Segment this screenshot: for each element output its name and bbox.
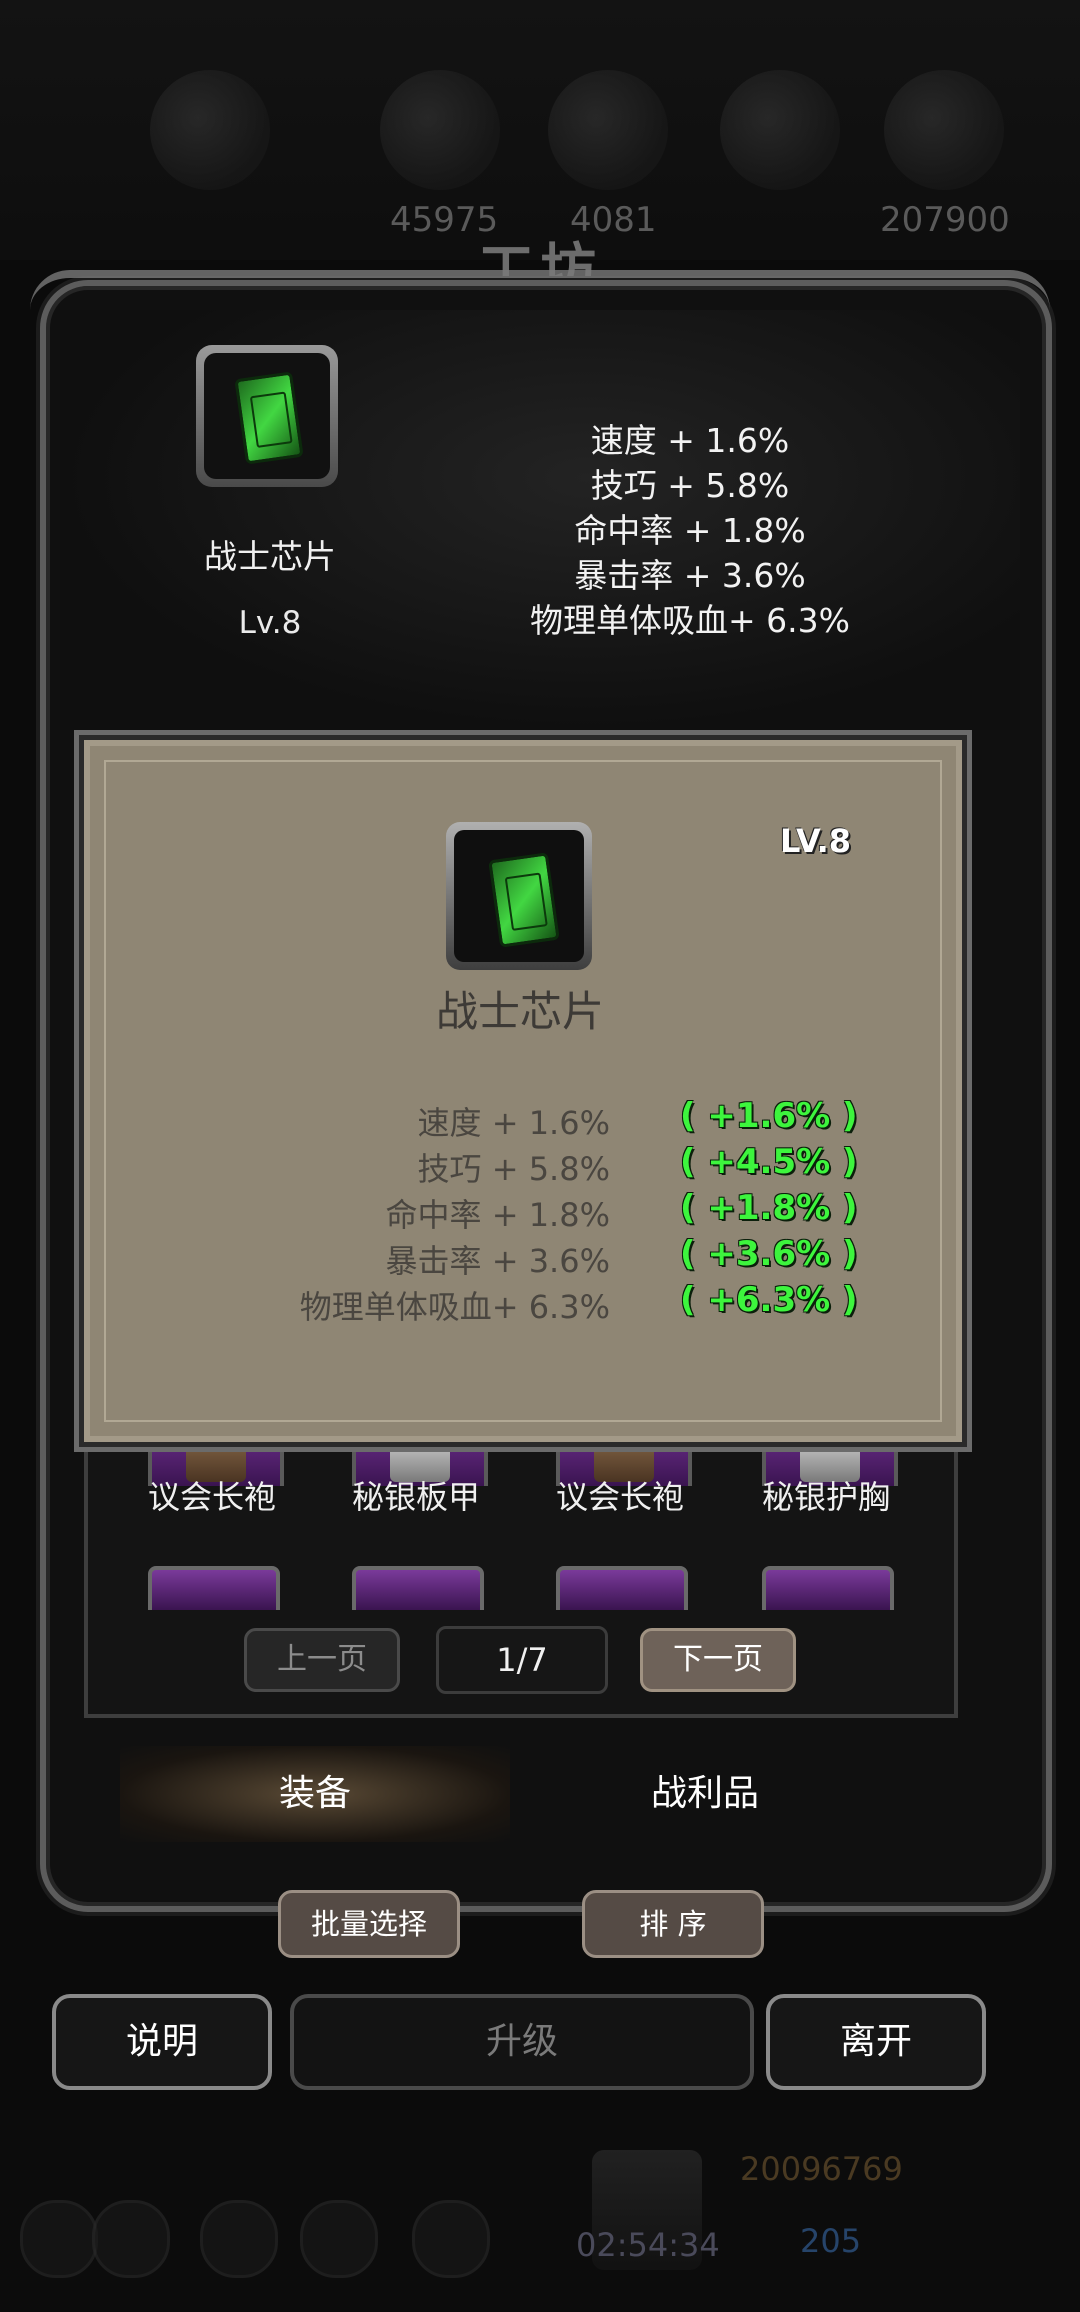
inventory-item-label: 秘银板甲 <box>351 1478 480 1516</box>
tab-loot[interactable]: 战利品 <box>510 1746 900 1842</box>
leave-button[interactable]: 离开 <box>766 1994 986 2090</box>
item-stat: 命中率 + 1.8% <box>574 511 806 550</box>
resource-icon-4 <box>720 70 840 190</box>
popup-stat-bonus: ( +1.8% ) <box>680 1188 858 1228</box>
inventory-item-label: 议会长袍 <box>147 1478 276 1516</box>
popup-stat-bonus: ( +6.3% ) <box>680 1280 858 1320</box>
nav-icon <box>300 2200 378 2278</box>
tab-equipment[interactable]: 装备 <box>120 1746 510 1842</box>
background-bottom-bar <box>0 2110 1080 2312</box>
inventory-slot[interactable] <box>762 1566 894 1610</box>
popup-stat: 速度 + 1.6% <box>417 1104 610 1142</box>
popup-stat-bonus: ( +1.6% ) <box>680 1096 858 1136</box>
sort-button[interactable]: 排 序 <box>582 1890 764 1958</box>
item-stat: 暴击率 + 3.6% <box>574 556 806 595</box>
popup-stat-bonus: ( +3.6% ) <box>680 1234 858 1274</box>
item-slot[interactable] <box>196 345 338 487</box>
inventory-tabs: 装备 战利品 <box>120 1746 900 1842</box>
item-stat: 技巧 + 5.8% <box>590 466 790 505</box>
chip-icon <box>488 852 560 948</box>
page-indicator: 1/7 <box>436 1626 608 1694</box>
nav-icon <box>200 2200 278 2278</box>
popup-stat: 物理单体吸血+ 6.3% <box>299 1288 610 1326</box>
popup-stat: 命中率 + 1.8% <box>385 1196 610 1234</box>
popup-level: LV.8 <box>780 822 852 860</box>
resource-icon-5 <box>884 70 1004 190</box>
inventory-item-label: 议会长袍 <box>555 1478 684 1516</box>
countdown-timer: 02:54:34 <box>576 2226 720 2264</box>
nav-icon <box>412 2200 490 2278</box>
popup-stat: 暴击率 + 3.6% <box>385 1242 610 1280</box>
batch-select-button[interactable]: 批量选择 <box>278 1890 460 1958</box>
inventory-item-label: 秘银护胸 <box>761 1478 890 1516</box>
resource-icon-2 <box>380 70 500 190</box>
gem-amount: 205 <box>800 2222 862 2260</box>
popup-item-slot <box>446 822 592 970</box>
next-page-button[interactable]: 下一页 <box>640 1628 796 1692</box>
chip-icon <box>234 371 304 465</box>
item-level: Lv.8 <box>238 605 302 641</box>
nav-icon <box>20 2200 98 2278</box>
nav-icon <box>92 2200 170 2278</box>
resource-icon-1 <box>150 70 270 190</box>
gold-amount: 20096769 <box>740 2150 903 2188</box>
inventory-slot[interactable] <box>148 1566 280 1610</box>
upgrade-button[interactable]: 升级 <box>290 1994 754 2090</box>
help-button[interactable]: 说明 <box>52 1994 272 2090</box>
item-name: 战士芯片 <box>204 537 336 576</box>
inventory-slot[interactable] <box>556 1566 688 1610</box>
item-stat: 速度 + 1.6% <box>590 421 790 460</box>
popup-stat-bonus: ( +4.5% ) <box>680 1142 858 1182</box>
popup-stat: 技巧 + 5.8% <box>417 1150 610 1188</box>
resource-icon-3 <box>548 70 668 190</box>
prev-page-button[interactable]: 上一页 <box>244 1628 400 1692</box>
inventory-slot[interactable] <box>352 1566 484 1610</box>
popup-item-name: 战士芯片 <box>435 987 604 1036</box>
item-stat: 物理单体吸血+ 6.3% <box>530 601 850 640</box>
